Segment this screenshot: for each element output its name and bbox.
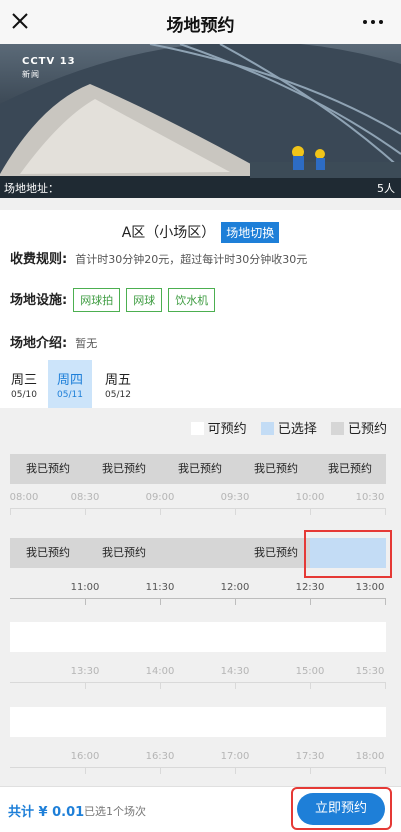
facility-tag: 饮水机 <box>168 288 216 312</box>
time-slot[interactable]: 我已预约 <box>10 454 86 484</box>
total-price: 共计 ¥ 0.01 <box>8 805 85 820</box>
fee-text: 首计时30分钟20元，超过每计时30分钟收30元 <box>75 253 308 266</box>
time-label: 18:00 <box>355 751 385 762</box>
venue-banner-image: CCTV 13 新闻 场地地址： 5人 <box>0 44 401 198</box>
time-label: 16:30 <box>145 751 175 762</box>
facilities-row: 场地设施: 网球拍 网球 饮水机 <box>10 288 216 312</box>
time-axis: 08:00 08:30 09:00 09:30 10:00 10:30 <box>10 492 386 520</box>
page-title: 场地预约 <box>166 16 235 36</box>
legend-booked: 已预约 <box>347 422 387 437</box>
time-label: 10:00 <box>295 492 325 503</box>
time-label: 14:00 <box>145 666 175 677</box>
time-label: 17:00 <box>220 751 250 762</box>
area-name: A区（小场区） <box>121 225 216 241</box>
slot-row: 我已预约 我已预约 我已预约 我已预约 我已预约 <box>10 454 386 484</box>
time-slot[interactable]: 我已预约 <box>86 454 162 484</box>
time-label: 17:30 <box>295 751 325 762</box>
tab-wednesday[interactable]: 周三 05/10 <box>2 360 46 408</box>
fee-row: 收费规则: 首计时30分钟20元，超过每计时30分钟收30元 <box>10 248 307 267</box>
more-icon[interactable] <box>361 12 385 32</box>
time-axis: 13:30 14:00 14:30 15:00 15:30 <box>10 666 386 694</box>
time-slot[interactable]: 我已预约 <box>86 538 162 568</box>
highlight-box <box>291 787 392 830</box>
time-slot[interactable]: 我已预约 <box>10 538 86 568</box>
time-slot[interactable] <box>10 622 386 652</box>
day-tabs: 周三 05/10 周四 05/11 周五 05/12 <box>0 360 401 408</box>
facility-tag: 网球拍 <box>73 288 121 312</box>
tv-logo: CCTV 13 新闻 <box>22 56 76 79</box>
legend: 可预约 已选择 已预约 <box>181 418 387 437</box>
time-label: 10:30 <box>355 492 385 503</box>
time-slot[interactable]: 我已预约 <box>238 538 314 568</box>
time-slot[interactable] <box>10 707 386 737</box>
venue-address: 场地地址： <box>4 182 59 195</box>
tab-thursday[interactable]: 周四 05/11 <box>48 360 92 408</box>
time-label: 12:30 <box>295 582 325 593</box>
area-title: A区（小场区） 场地切换 <box>0 222 401 243</box>
time-axis: 16:00 16:30 17:00 17:30 18:00 <box>10 751 386 779</box>
time-label: 14:30 <box>220 666 250 677</box>
time-label: 15:30 <box>355 666 385 677</box>
time-label: 16:00 <box>70 751 100 762</box>
intro-text: 暂无 <box>75 337 98 350</box>
time-label: 09:00 <box>145 492 175 503</box>
time-label: 09:30 <box>220 492 250 503</box>
venue-info: A区（小场区） 场地切换 收费规则: 首计时30分钟20元，超过每计时30分钟收30… <box>0 210 401 360</box>
time-label: 08:30 <box>70 492 100 503</box>
intro-label: 场地介绍: <box>10 336 68 351</box>
time-label: 13:30 <box>70 666 100 677</box>
time-label: 15:00 <box>295 666 325 677</box>
slot-row <box>10 707 386 737</box>
facilities-label: 场地设施: <box>10 293 68 308</box>
selected-swatch <box>260 422 274 435</box>
time-label: 08:00 <box>9 492 39 503</box>
highlight-box <box>304 530 392 578</box>
booked-swatch <box>330 422 344 435</box>
selected-count: 已选1个场次 <box>84 805 146 818</box>
top-bar: 场地预约 <box>0 0 401 45</box>
time-label: 12:00 <box>220 582 250 593</box>
time-label: 11:30 <box>145 582 175 593</box>
switch-venue-button[interactable]: 场地切换 <box>221 222 280 243</box>
time-slot[interactable]: 我已预约 <box>238 454 314 484</box>
time-label: 13:00 <box>355 582 385 593</box>
time-axis: 11:00 11:30 12:00 12:30 13:00 <box>10 582 386 610</box>
available-swatch <box>190 422 204 435</box>
legend-selected: 已选择 <box>277 422 317 437</box>
slot-row <box>10 622 386 652</box>
facility-tag: 网球 <box>126 288 163 312</box>
time-slot[interactable] <box>162 538 238 568</box>
intro-row: 场地介绍: 暂无 <box>10 332 97 351</box>
time-slot[interactable]: 我已预约 <box>314 454 386 484</box>
fee-label: 收费规则: <box>10 252 68 267</box>
time-slot[interactable]: 我已预约 <box>162 454 238 484</box>
tab-friday[interactable]: 周五 05/12 <box>96 360 140 408</box>
legend-available: 可预约 <box>207 422 247 437</box>
people-count: 5人 <box>377 182 395 195</box>
time-label: 11:00 <box>70 582 100 593</box>
